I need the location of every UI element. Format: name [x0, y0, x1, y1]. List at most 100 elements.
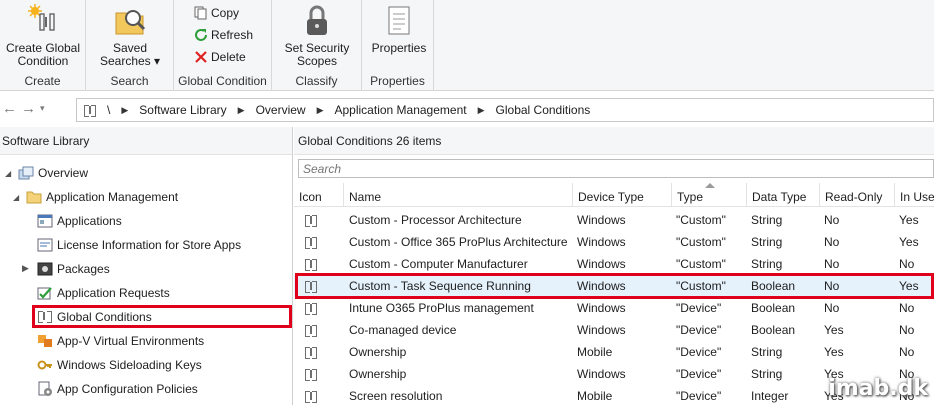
- create-global-condition-label-2: Condition: [17, 54, 69, 68]
- forward-arrow-icon[interactable]: →: [21, 100, 36, 117]
- ribbon-group-label-classify: Classify: [295, 74, 338, 88]
- column-header-icon[interactable]: Icon: [294, 183, 344, 207]
- table-row[interactable]: Ownership Mobile "Device" String Yes No: [294, 341, 934, 363]
- refresh-icon: [194, 28, 208, 42]
- cell-in-use: No: [899, 345, 915, 359]
- tree-item-app-config-policies[interactable]: App Configuration Policies: [37, 378, 198, 400]
- cell-type: "Custom": [676, 213, 726, 227]
- row-icon-cell: [294, 341, 344, 363]
- breadcrumb[interactable]: \ ▶ Software Library ▶ Overview ▶ Applic…: [76, 98, 934, 122]
- cell-device-type: Windows: [577, 367, 626, 381]
- properties-button[interactable]: Properties: [366, 4, 432, 55]
- column-header-name[interactable]: Name: [344, 183, 573, 207]
- tree-item-label: App Configuration Policies: [57, 382, 198, 396]
- search-input[interactable]: [298, 159, 934, 178]
- breadcrumb-separator-icon: ▶: [237, 104, 245, 115]
- tree-item-packages[interactable]: Packages: [37, 258, 110, 280]
- ribbon-group-classify: Set Security Scopes Classify: [272, 0, 362, 91]
- global-condition-icon: [304, 367, 318, 381]
- column-header-data-type[interactable]: Data Type: [747, 183, 820, 207]
- tree-item-application-management[interactable]: Application Management: [26, 186, 178, 208]
- tree-item-sideloading-keys[interactable]: Windows Sideloading Keys: [37, 354, 202, 376]
- cell-type: "Custom": [676, 257, 726, 271]
- global-condition-icon: [304, 235, 318, 249]
- ribbon-group-properties: Properties Properties: [362, 0, 434, 91]
- breadcrumb-software-library[interactable]: Software Library: [139, 103, 226, 117]
- watermark: imab.dk: [828, 376, 928, 401]
- properties-icon: [382, 4, 416, 38]
- back-arrow-icon[interactable]: ←: [2, 100, 17, 117]
- table-row[interactable]: Co-managed device Windows "Device" Boolean Y…: [294, 319, 934, 341]
- breadcrumb-application-management[interactable]: Application Management: [335, 103, 467, 117]
- cell-in-use: Yes: [899, 213, 919, 227]
- key-icon: [37, 357, 53, 373]
- set-security-scopes-button[interactable]: Set Security Scopes: [276, 4, 358, 68]
- cell-in-use: No: [899, 323, 915, 337]
- cell-name: Custom - Processor Architecture: [349, 213, 522, 227]
- tree-item-label: Overview: [38, 166, 89, 180]
- cell-name: Custom - Office 365 ProPlus Architecture: [349, 235, 568, 249]
- cell-data-type: String: [751, 235, 783, 249]
- ribbon-group-label-create: Create: [24, 74, 61, 88]
- row-icon-cell: [294, 209, 344, 231]
- ribbon-group-label-search: Search: [110, 74, 149, 88]
- item-count: 26 items: [396, 134, 442, 148]
- row-icon-cell: [294, 363, 344, 385]
- cell-data-type: Boolean: [751, 301, 796, 315]
- tree-item-label: Application Requests: [57, 286, 170, 300]
- cell-read-only: Yes: [824, 323, 844, 337]
- expanded-arrow-icon[interactable]: ◢: [13, 193, 19, 202]
- table-row[interactable]: Intune O365 ProPlus management Windows "De…: [294, 297, 934, 319]
- column-header-device-type[interactable]: Device Type: [573, 183, 672, 207]
- copy-button[interactable]: Copy: [194, 3, 239, 23]
- cell-name: Custom - Computer Manufacturer: [349, 257, 528, 271]
- cell-read-only: No: [824, 235, 840, 249]
- refresh-button[interactable]: Refresh: [194, 25, 253, 45]
- table-row[interactable]: Custom - Processor Architecture Windows "C…: [294, 209, 934, 231]
- cell-data-type: String: [751, 213, 783, 227]
- tree-item-label: Packages: [57, 262, 110, 276]
- breadcrumb-global-conditions[interactable]: Global Conditions: [496, 103, 591, 117]
- cell-type: "Device": [676, 301, 722, 315]
- global-condition-icon: [304, 257, 318, 271]
- cell-device-type: Windows: [577, 301, 626, 315]
- tree-item-overview[interactable]: Overview: [18, 162, 88, 184]
- tree-item-license-information[interactable]: License Information for Store Apps: [37, 234, 241, 256]
- cell-in-use: No: [899, 257, 915, 271]
- navigation-bar: ← → ▾ \ ▶ Software Library ▶ Overview ▶ …: [0, 96, 934, 123]
- collapsed-arrow-icon[interactable]: ▶: [22, 263, 29, 274]
- cell-type: "Custom": [676, 235, 726, 249]
- saved-searches-button[interactable]: Saved Searches ▾: [90, 4, 170, 68]
- cell-type: "Device": [676, 389, 722, 403]
- cell-device-type: Windows: [577, 257, 626, 271]
- cell-read-only: No: [824, 257, 840, 271]
- create-global-condition-button[interactable]: Create Global Condition: [2, 4, 84, 68]
- delete-button[interactable]: Delete: [194, 47, 246, 67]
- row-icon-cell: [294, 253, 344, 275]
- column-header-in-use[interactable]: In Use: [895, 183, 934, 207]
- breadcrumb-root[interactable]: \: [107, 103, 110, 117]
- overview-icon: [18, 165, 34, 181]
- breadcrumb-separator-icon: ▶: [121, 104, 129, 115]
- global-condition-icon: [304, 345, 318, 359]
- create-global-condition-icon: [26, 4, 60, 38]
- tree-item-label: License Information for Store Apps: [57, 238, 242, 252]
- tree-item-applications[interactable]: Applications: [37, 210, 122, 232]
- column-header-read-only[interactable]: Read-Only: [820, 183, 895, 207]
- navigation-pane-title: Software Library: [0, 127, 292, 155]
- breadcrumb-overview[interactable]: Overview: [256, 103, 306, 117]
- appv-icon: [37, 333, 53, 349]
- cell-name: Screen resolution: [349, 389, 443, 403]
- requests-icon: [37, 285, 53, 301]
- table-row[interactable]: Custom - Office 365 ProPlus Architecture…: [294, 231, 934, 253]
- expanded-arrow-icon[interactable]: ◢: [5, 169, 11, 178]
- table-row[interactable]: Custom - Computer Manufacturer Windows "Cu…: [294, 253, 934, 275]
- global-condition-icon: [83, 103, 97, 117]
- history-dropdown-icon[interactable]: ▾: [40, 103, 45, 114]
- refresh-label: Refresh: [211, 28, 254, 42]
- tree-item-application-requests[interactable]: Application Requests: [37, 282, 170, 304]
- cell-data-type: String: [751, 345, 783, 359]
- packages-icon: [37, 261, 53, 277]
- tree-item-appv-environments[interactable]: App-V Virtual Environments: [37, 330, 204, 352]
- cell-type: "Device": [676, 323, 722, 337]
